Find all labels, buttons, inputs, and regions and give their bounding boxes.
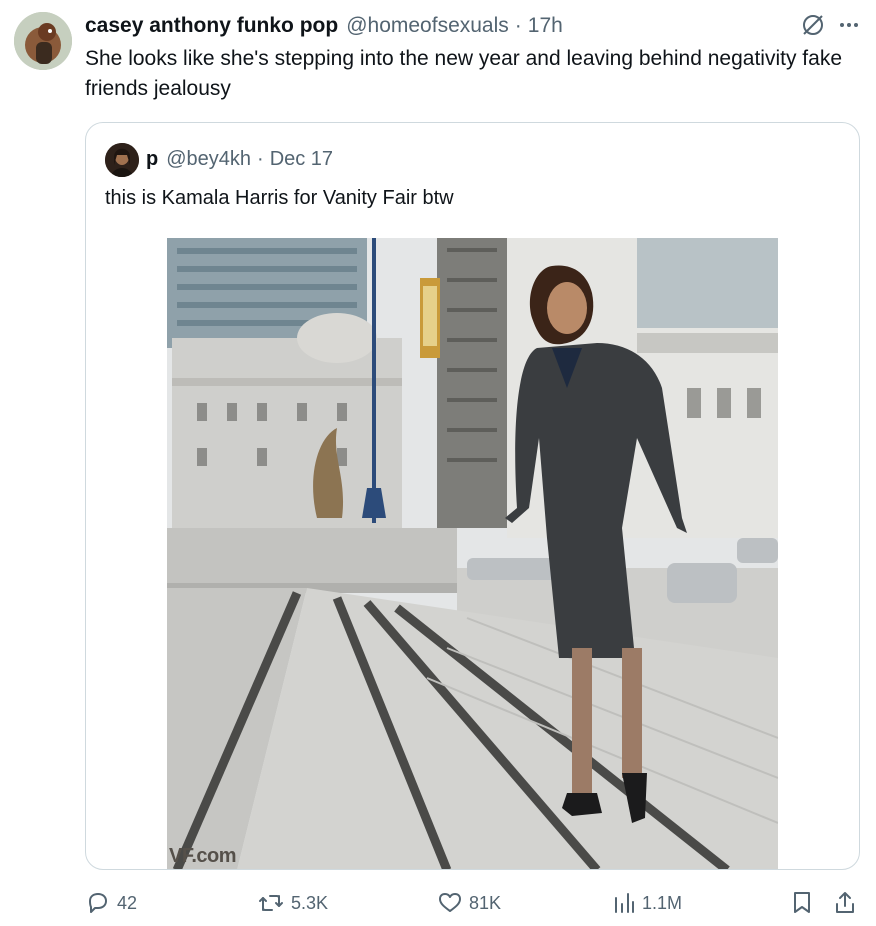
tweet-text: She looks like she's stepping into the n… <box>85 47 842 100</box>
repost-button[interactable]: 5.3K <box>257 886 328 920</box>
more-options-icon[interactable] <box>838 14 860 36</box>
separator-dot: · <box>514 14 522 37</box>
views-icon <box>612 890 636 916</box>
share-icon <box>833 890 857 916</box>
views-count: 1.1M <box>642 892 683 913</box>
quoted-tweet-timestamp[interactable]: Dec 17 <box>270 148 333 171</box>
like-count: 81K <box>469 892 502 913</box>
reply-button[interactable]: 42 <box>85 886 137 920</box>
repost-count: 5.3K <box>291 892 329 913</box>
quoted-tweet-header: p @bey4kh · Dec 17 <box>146 145 333 173</box>
quoted-author-avatar[interactable] <box>105 143 139 177</box>
tweet-top-actions <box>800 12 860 38</box>
reply-count: 42 <box>117 892 138 913</box>
author-name[interactable]: casey anthony funko pop <box>85 14 338 38</box>
grok-icon[interactable] <box>800 12 826 38</box>
tweet-timestamp[interactable]: 17h <box>528 14 563 38</box>
bookmark-icon <box>790 890 814 916</box>
share-button[interactable] <box>833 886 857 920</box>
author-handle[interactable]: @homeofsexuals <box>346 14 509 38</box>
quoted-tweet-photo[interactable]: VF.com <box>167 238 778 869</box>
tweet-header: casey anthony funko pop @homeofsexuals ·… <box>85 12 563 40</box>
author-avatar[interactable] <box>14 12 72 70</box>
quoted-tweet[interactable]: p @bey4kh · Dec 17 this is Kamala Harris… <box>85 122 860 870</box>
quoted-author-handle[interactable]: @bey4kh <box>166 148 251 171</box>
separator-dot: · <box>257 147 264 170</box>
bookmark-button[interactable] <box>790 886 814 920</box>
repost-icon <box>257 890 285 916</box>
quoted-tweet-text: this is Kamala Harris for Vanity Fair bt… <box>105 187 454 209</box>
views-button[interactable]: 1.1M <box>612 886 682 920</box>
tweet-action-bar: 42 5.3K 81K 1.1M <box>85 886 860 920</box>
image-watermark: VF.com <box>169 845 237 867</box>
like-icon <box>437 890 463 916</box>
reply-icon <box>85 890 111 916</box>
like-button[interactable]: 81K <box>437 886 501 920</box>
quoted-author-name[interactable]: p <box>146 148 158 171</box>
